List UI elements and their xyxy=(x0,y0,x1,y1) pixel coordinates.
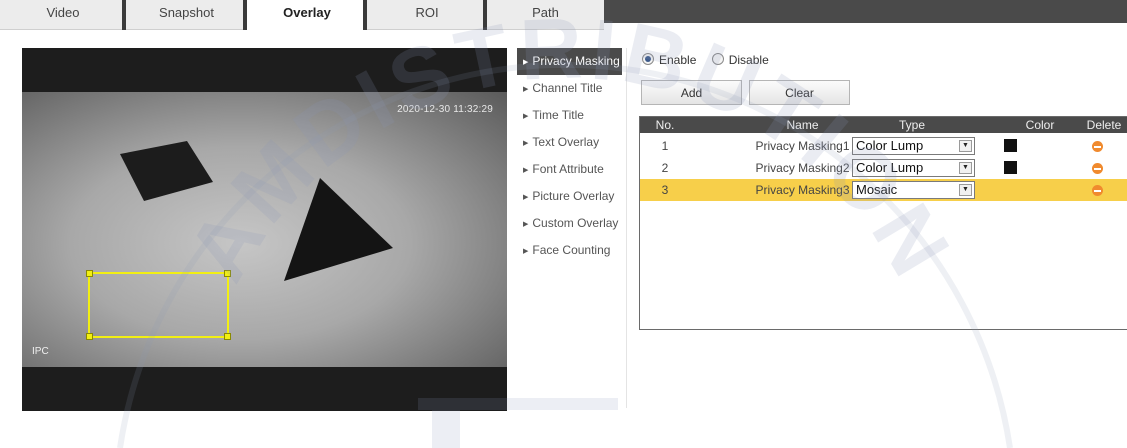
scene-dark-triangle xyxy=(284,178,393,281)
disable-radio[interactable] xyxy=(711,53,724,65)
privacy-mask-region[interactable] xyxy=(86,270,231,340)
submenu-privacy-masking[interactable]: ▶ Privacy Masking xyxy=(517,48,622,75)
triangle-right-icon: ▶ xyxy=(523,86,529,93)
color-swatch[interactable] xyxy=(1004,139,1017,152)
tab-bar-filler xyxy=(604,0,1127,23)
submenu-time-title[interactable]: ▶ Time Title xyxy=(517,102,622,129)
scene-objects xyxy=(120,141,393,281)
chevron-down-icon[interactable]: ▼ xyxy=(959,162,972,174)
submenu-text-overlay[interactable]: ▶ Text Overlay xyxy=(517,129,622,156)
osd-channel-label: IPC xyxy=(32,346,49,357)
submenu-channel-title[interactable]: ▶ Channel Title xyxy=(517,75,622,102)
type-select[interactable]: Color Lump ▼ xyxy=(852,159,975,177)
resize-handle[interactable] xyxy=(224,333,231,340)
osd-timestamp: 2020-12-30 11:32:29 xyxy=(397,104,493,115)
type-select-value: Color Lump xyxy=(856,160,924,175)
tab-video[interactable]: Video xyxy=(0,0,130,30)
row-number: 3 xyxy=(661,183,669,197)
delete-icon[interactable] xyxy=(1092,141,1103,152)
enable-radio-group: Enable Disable xyxy=(642,53,781,67)
tab-overlay[interactable]: Overlay xyxy=(247,0,371,30)
resize-handle[interactable] xyxy=(224,270,231,277)
tab-roi[interactable]: ROI xyxy=(367,0,491,30)
resize-handle[interactable] xyxy=(86,270,93,277)
header-no: No. xyxy=(655,118,675,132)
watermark-post xyxy=(432,410,460,448)
disable-label: Disable xyxy=(728,53,769,67)
add-button[interactable]: Add xyxy=(641,80,742,105)
header-delete: Delete xyxy=(1086,118,1122,132)
row-number: 2 xyxy=(661,161,669,175)
submenu-picture-overlay[interactable]: ▶ Picture Overlay xyxy=(517,183,622,210)
chevron-down-icon[interactable]: ▼ xyxy=(959,140,972,152)
tab-bar: Video Snapshot Overlay ROI Path xyxy=(0,0,1127,33)
panel-divider xyxy=(626,48,627,408)
submenu-font-attribute[interactable]: ▶ Font Attribute xyxy=(517,156,622,183)
triangle-right-icon: ▶ xyxy=(523,113,529,120)
scene-dark-quad xyxy=(120,141,213,201)
clear-button[interactable]: Clear xyxy=(749,80,850,105)
chevron-down-icon[interactable]: ▼ xyxy=(959,184,972,196)
header-color: Color xyxy=(1025,118,1055,132)
type-select[interactable]: Color Lump ▼ xyxy=(852,137,975,155)
table-row[interactable]: 2 Privacy Masking2 Color Lump ▼ xyxy=(640,157,1127,179)
table-row[interactable]: 3 Privacy Masking3 Mosaic ▼ xyxy=(640,179,1127,201)
type-select[interactable]: Mosaic ▼ xyxy=(852,181,975,199)
table-row[interactable]: 1 Privacy Masking1 Color Lump ▼ xyxy=(640,135,1127,157)
triangle-right-icon: ▶ xyxy=(523,248,529,255)
color-swatch[interactable] xyxy=(1004,161,1017,174)
table-header: No. Name Type Color Delete xyxy=(640,117,1127,133)
tab-snapshot[interactable]: Snapshot xyxy=(126,0,251,30)
delete-icon[interactable] xyxy=(1092,163,1103,174)
header-type: Type xyxy=(898,118,925,132)
delete-icon[interactable] xyxy=(1092,185,1103,196)
triangle-right-icon: ▶ xyxy=(523,221,529,228)
enable-label: Enable xyxy=(659,53,697,67)
triangle-right-icon: ▶ xyxy=(523,194,529,201)
triangle-right-icon: ▶ xyxy=(523,167,529,174)
row-number: 1 xyxy=(661,139,669,153)
submenu-face-counting[interactable]: ▶ Face Counting xyxy=(517,237,622,264)
tab-path[interactable]: Path xyxy=(487,0,604,30)
type-select-value: Mosaic xyxy=(856,182,898,197)
privacy-mask-table: No. Name Type Color Delete 1 Privacy Mas… xyxy=(639,116,1127,330)
triangle-right-icon: ▶ xyxy=(523,140,529,147)
submenu-custom-overlay[interactable]: ▶ Custom Overlay xyxy=(517,210,622,237)
enable-radio[interactable] xyxy=(642,53,654,65)
overlay-submenu: ▶ Privacy Masking ▶ Channel Title ▶ Time Ti… xyxy=(517,48,622,264)
triangle-right-icon: ▶ xyxy=(523,59,529,66)
type-select-value: Color Lump xyxy=(856,138,924,153)
video-preview[interactable]: 2020-12-30 11:32:29 IPC xyxy=(22,48,507,411)
resize-handle[interactable] xyxy=(86,333,93,340)
